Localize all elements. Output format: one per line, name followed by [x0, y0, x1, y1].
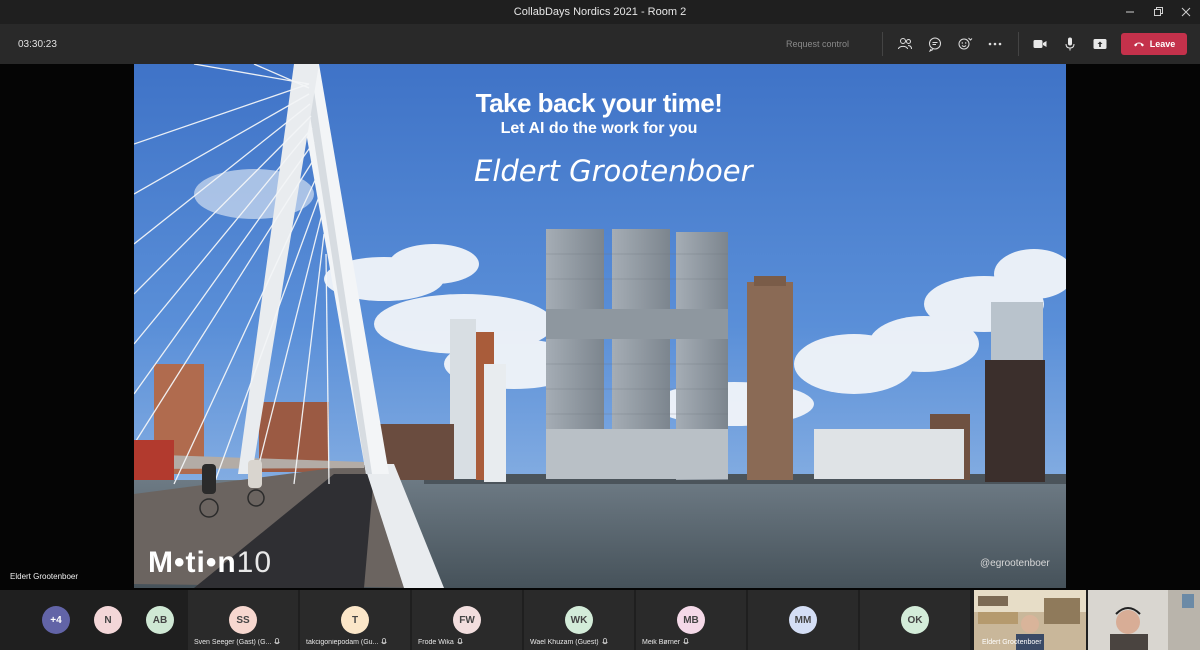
video-feed [1088, 590, 1200, 650]
mic-icon [457, 638, 463, 645]
participant-avatar: SS [229, 606, 257, 634]
camera-icon[interactable] [1030, 34, 1050, 54]
presentation-slide: Take back your time! Let AI do the work … [134, 64, 1066, 588]
chat-icon[interactable] [925, 34, 945, 54]
overflow-participants-badge[interactable]: +4 [42, 606, 70, 634]
participant-name-text: Sven Seeger (Gast) (G... [194, 638, 272, 646]
mic-icon [601, 638, 608, 645]
participant-initials: N [104, 614, 112, 626]
participant-tile[interactable]: OK [860, 590, 970, 650]
hangup-icon [1133, 42, 1144, 47]
participant-initials: AB [152, 614, 168, 626]
slide-subtitle: Let AI do the work for you [500, 120, 698, 137]
participant-name-text: Meik Børner [642, 638, 681, 646]
title-bar: CollabDays Nordics 2021 - Room 2 [0, 0, 1200, 24]
logo-number: 10 [236, 546, 273, 579]
minimize-icon[interactable] [1116, 0, 1144, 24]
toolbar-divider [1018, 32, 1019, 56]
microphone-icon[interactable] [1060, 34, 1080, 54]
slide-title: Take back your time! [475, 88, 723, 118]
share-icon[interactable] [1090, 34, 1110, 54]
participant-name: Meik Børner [642, 638, 740, 646]
participant-tile[interactable]: T takcigoniepodam (Gu... [300, 590, 410, 650]
participant-name-text: Wael Khuzam (Guest) [530, 638, 599, 646]
logo-text: M•ti•n [148, 546, 237, 579]
mic-icon [274, 638, 281, 645]
participant-tile[interactable]: MM [748, 590, 858, 650]
window-controls [1116, 0, 1200, 24]
people-icon[interactable] [895, 34, 915, 54]
participant-name-text: Frode Wika [418, 638, 454, 646]
more-icon[interactable] [985, 34, 1005, 54]
reactions-icon[interactable] [955, 34, 975, 54]
request-control-button[interactable]: Request control [786, 39, 849, 49]
mic-icon [683, 638, 689, 645]
participant-avatar[interactable]: AB [146, 606, 174, 634]
participant-avatar: MM [789, 606, 817, 634]
slide-speaker-name: Eldert Grootenboer [474, 154, 753, 188]
participant-avatar: FW [453, 606, 481, 634]
teams-meeting-window: CollabDays Nordics 2021 - Room 2 03:30:2… [0, 0, 1200, 650]
close-icon[interactable] [1172, 0, 1200, 24]
participant-tile[interactable]: WK Wael Khuzam (Guest) [524, 590, 634, 650]
participant-video-tile[interactable] [1088, 590, 1200, 650]
participant-tile[interactable]: FW Frode Wika [412, 590, 522, 650]
participant-gallery: +4 N AB SS Sven Seeger (Gast) (G... T ta… [0, 590, 1200, 650]
leave-label: Leave [1149, 39, 1176, 49]
overflow-count: +4 [50, 614, 62, 626]
participant-avatar[interactable]: N [94, 606, 122, 634]
participant-avatar: WK [565, 606, 593, 634]
participant-video-name: Eldert Grootenboer [982, 639, 1042, 646]
participant-avatar: MB [677, 606, 705, 634]
slide-background-photo [134, 64, 1066, 588]
participant-name: takcigoniepodam (Gu... [306, 638, 404, 646]
presenter-name-label: Eldert Grootenboer [10, 572, 79, 581]
participant-tile[interactable]: SS Sven Seeger (Gast) (G... [188, 590, 298, 650]
slide-social-handle: @egrootenboer [980, 558, 1050, 569]
participant-name: Wael Khuzam (Guest) [530, 638, 628, 646]
participant-video-tile[interactable]: Eldert Grootenboer [974, 590, 1086, 650]
participant-tile[interactable]: MB Meik Børner [636, 590, 746, 650]
mic-icon [381, 638, 388, 645]
restore-icon[interactable] [1144, 0, 1172, 24]
participant-name: Frode Wika [418, 638, 516, 646]
participant-name: Sven Seeger (Gast) (G... [194, 638, 292, 646]
participant-avatar: OK [901, 606, 929, 634]
participant-avatar: T [341, 606, 369, 634]
toolbar-divider [882, 32, 883, 56]
leave-button[interactable]: Leave [1121, 33, 1187, 55]
motion10-logo: M•ti•n10 [148, 546, 272, 580]
meeting-toolbar: 03:30:23 Request control Leave [0, 24, 1200, 64]
participant-name-text: takcigoniepodam (Gu... [306, 638, 379, 646]
window-title: CollabDays Nordics 2021 - Room 2 [513, 6, 687, 18]
meeting-timer: 03:30:23 [18, 38, 57, 50]
shared-screen-stage: Take back your time! Let AI do the work … [0, 64, 1200, 590]
